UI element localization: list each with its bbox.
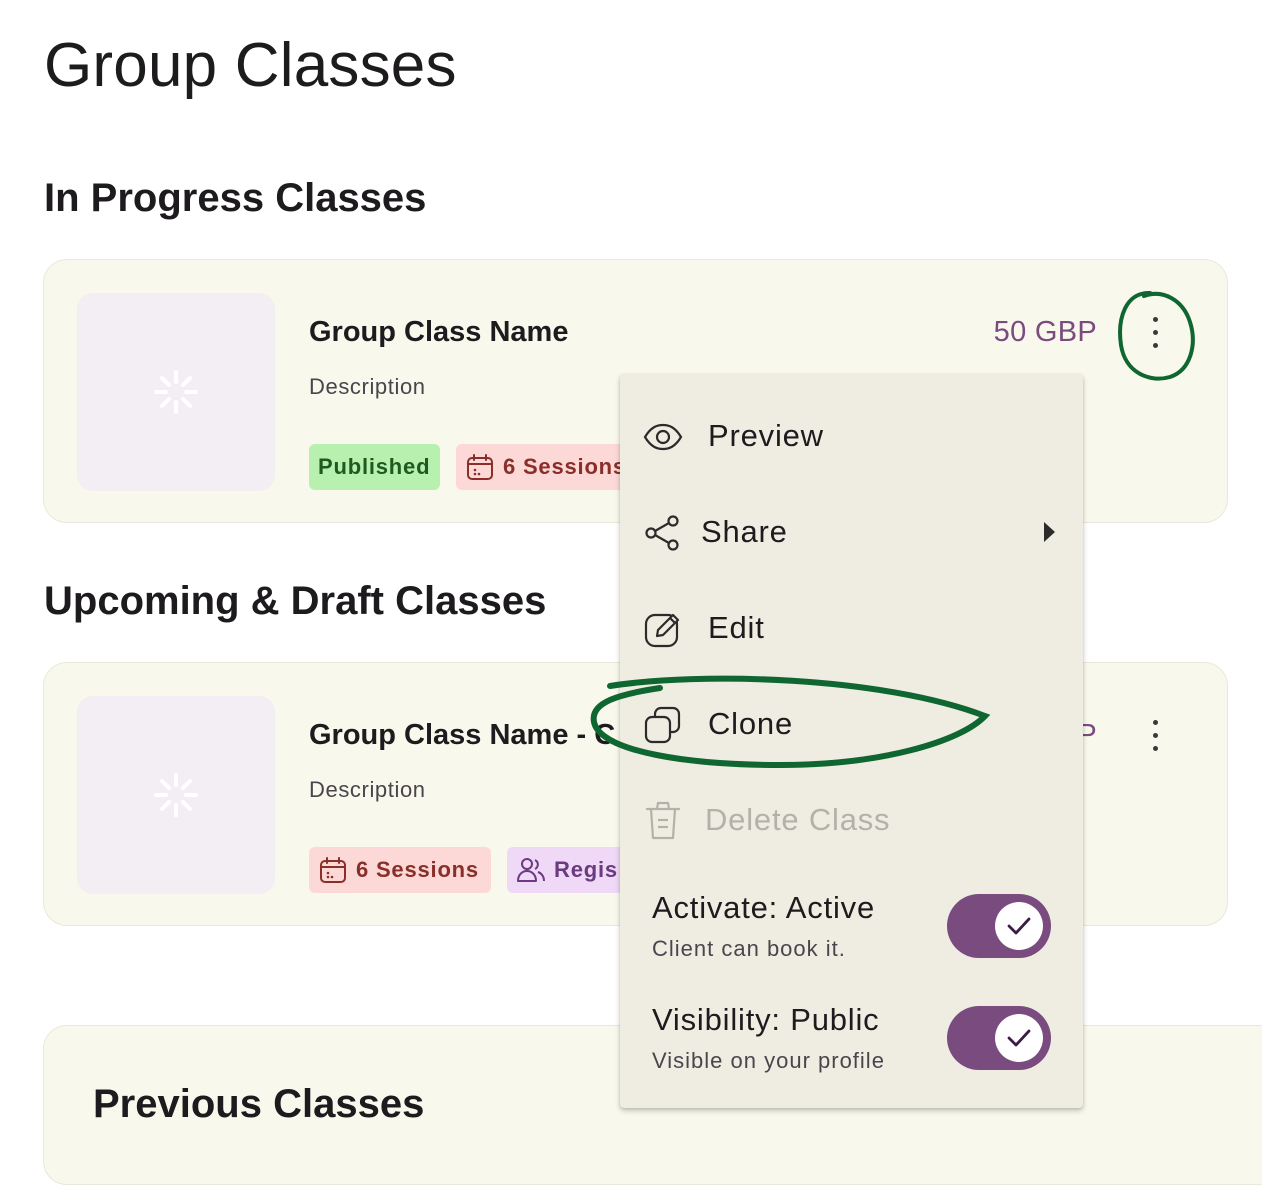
section-title-in-progress: In Progress Classes <box>44 176 427 220</box>
section-title-previous: Previous Classes <box>93 1082 425 1126</box>
class-thumbnail <box>77 696 275 894</box>
visibility-toggle-row: Visibility: Public Visible on your profi… <box>620 1002 1083 1092</box>
activate-switch[interactable] <box>947 894 1051 958</box>
menu-item-clone[interactable]: Clone <box>620 684 1083 764</box>
menu-item-delete-label: Delete Class <box>705 802 891 837</box>
menu-item-preview-label: Preview <box>708 418 824 453</box>
class-name[interactable]: Group Class Name - C <box>309 719 615 752</box>
page-title: Group Classes <box>44 31 457 100</box>
sparkle-placeholder-icon <box>154 773 198 817</box>
edit-icon <box>642 608 684 650</box>
sparkle-placeholder-icon <box>154 370 198 414</box>
menu-item-edit[interactable]: Edit <box>620 588 1083 668</box>
menu-item-preview[interactable]: Preview <box>620 396 1083 476</box>
chevron-right-icon <box>1044 522 1055 542</box>
section-title-upcoming: Upcoming & Draft Classes <box>44 579 547 623</box>
sessions-label: 6 Sessions <box>356 857 479 882</box>
visibility-subtitle: Visible on your profile <box>652 1048 885 1073</box>
registrations-label: Regis <box>554 857 618 882</box>
share-icon <box>642 512 684 554</box>
activate-toggle-row: Activate: Active Client can book it. <box>620 890 1083 980</box>
more-vert-icon[interactable] <box>1143 715 1167 755</box>
calendar-icon <box>320 857 346 883</box>
activate-subtitle: Client can book it. <box>652 936 846 961</box>
users-icon <box>517 858 545 882</box>
class-thumbnail <box>77 293 275 491</box>
check-icon <box>995 902 1043 950</box>
menu-item-share-label: Share <box>701 514 788 549</box>
check-icon <box>995 1014 1043 1062</box>
class-description: Description <box>309 777 426 802</box>
menu-item-delete: Delete Class <box>620 780 1083 860</box>
class-price: 50 GBP <box>993 316 1097 348</box>
menu-item-edit-label: Edit <box>708 610 765 645</box>
trash-icon <box>642 800 684 842</box>
calendar-icon <box>467 454 493 480</box>
visibility-title: Visibility: Public <box>652 1002 880 1037</box>
eye-icon <box>642 416 684 458</box>
menu-item-share[interactable]: Share <box>620 492 1083 572</box>
class-name[interactable]: Group Class Name <box>309 316 568 349</box>
sessions-chip: 6 Sessions <box>309 847 491 893</box>
sessions-label: 6 Sessions <box>503 454 626 479</box>
activate-title: Activate: Active <box>652 890 876 925</box>
status-badge-published: Published <box>309 444 440 490</box>
class-description: Description <box>309 374 426 399</box>
menu-item-clone-label: Clone <box>708 706 793 741</box>
visibility-switch[interactable] <box>947 1006 1051 1070</box>
more-vert-icon[interactable] <box>1143 312 1167 352</box>
class-actions-menu: Preview Share Edit Clone Delete Class Ac… <box>620 374 1083 1108</box>
copy-icon <box>642 704 684 746</box>
status-label: Published <box>318 454 431 479</box>
